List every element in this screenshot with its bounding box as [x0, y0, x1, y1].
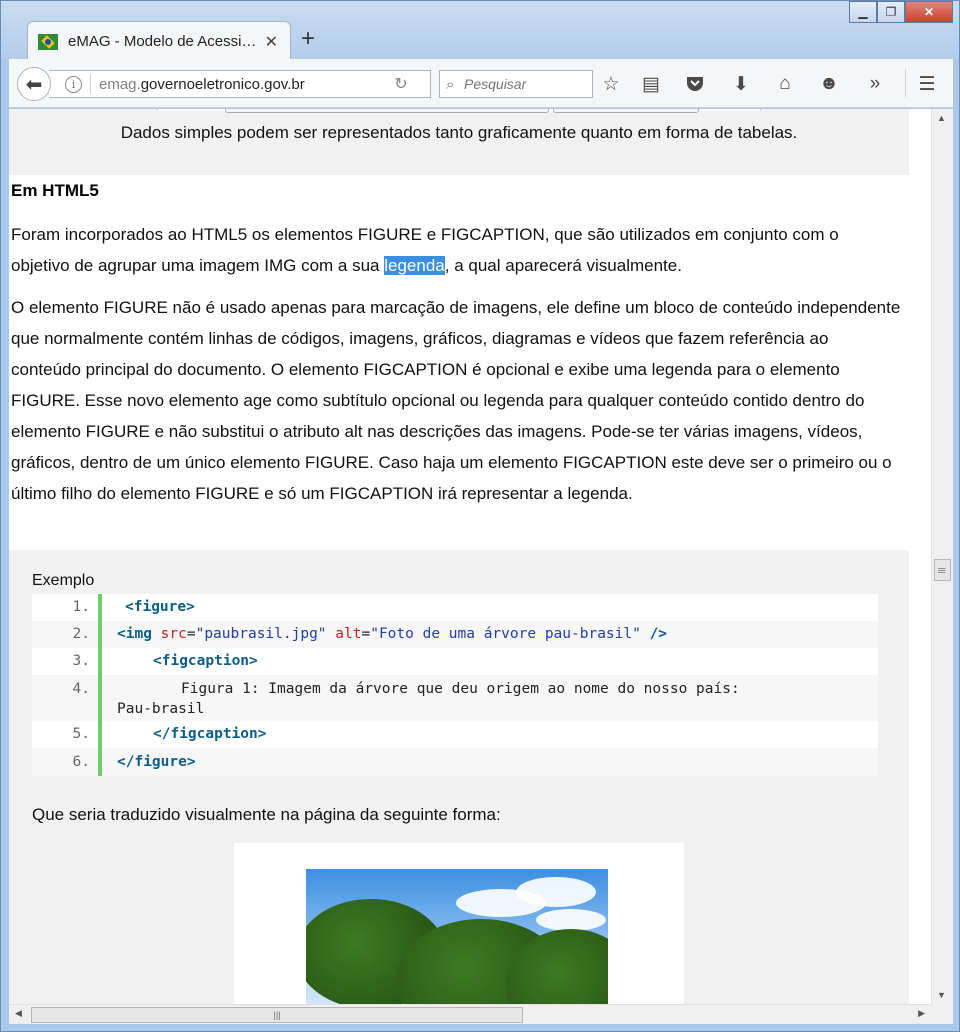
example-label: Exemplo — [32, 572, 95, 589]
code-gutter-bar — [98, 594, 102, 776]
grip-icon: ||| — [273, 1010, 281, 1020]
code-line: 5. </figcaption> — [32, 721, 878, 748]
menu-icon[interactable]: ☰ — [915, 72, 939, 96]
browser-window: eMAG - Modelo de Acessi… ✕ + ▁ ❐ ✕ i ema… — [0, 0, 960, 1032]
search-bar[interactable]: ⌕ — [439, 70, 593, 98]
toolbar-separator — [905, 69, 906, 97]
horizontal-scroll-thumb[interactable]: ||| — [31, 1007, 523, 1023]
brazil-flag-icon — [38, 33, 58, 50]
code-tag: </figcaption> — [153, 726, 267, 742]
back-icon: ⬅ — [25, 73, 43, 96]
line-number: 4. — [72, 681, 90, 697]
window-controls: ▁ ❐ ✕ — [849, 1, 953, 23]
line-number: 1. — [72, 599, 90, 615]
code-line: 2. <img src="paubrasil.jpg" alt="Foto de… — [32, 621, 878, 648]
table-caption: Dados simples podem ser representados ta… — [120, 123, 798, 142]
minimize-button[interactable]: ▁ — [849, 1, 877, 23]
close-window-button[interactable]: ✕ — [905, 1, 953, 23]
page-viewport: Dados simples podem ser representados ta… — [9, 109, 931, 1004]
home-icon[interactable]: ⌂ — [773, 72, 797, 96]
scroll-left-icon[interactable]: ◀ — [15, 1008, 22, 1019]
code-string: "paubrasil.jpg" — [195, 626, 327, 642]
horizontal-scrollbar[interactable]: ◀ ||| ▶ — [9, 1004, 931, 1024]
url-divider — [90, 74, 91, 94]
code-tag: </figure> — [117, 754, 196, 770]
line-number: 5. — [72, 726, 90, 742]
partial-button[interactable] — [225, 109, 549, 113]
example-box: Exemplo 1. <figure> 2. <img src="paubras… — [9, 550, 909, 1004]
info-icon[interactable]: i — [65, 75, 82, 93]
reading-list-icon[interactable]: ▤ — [639, 72, 663, 96]
section-heading: Em HTML5 — [11, 181, 99, 200]
code-line: 3. <figcaption> — [32, 648, 878, 675]
vertical-scroll-thumb[interactable]: ||| — [934, 559, 951, 581]
tab-close-icon[interactable]: ✕ — [265, 32, 278, 52]
code-attr: alt — [335, 626, 362, 642]
code-attr: src — [160, 626, 187, 642]
paragraph-figure: O elemento FIGURE não é usado apenas par… — [11, 298, 901, 503]
url-domain: governoeletronico.gov.br — [140, 75, 305, 93]
tab-title: eMAG - Modelo de Acessi… — [68, 33, 257, 50]
code-tag: /> — [649, 626, 668, 642]
code-string: "Foto de uma árvore pau-brasil" — [370, 626, 641, 642]
scroll-up-icon[interactable]: ▲ — [937, 113, 946, 123]
scrollbar-corner — [931, 1004, 953, 1024]
highlighted-word: legenda — [384, 256, 445, 275]
rendered-intro-text: Que seria traduzido visualmente na págin… — [32, 805, 501, 824]
maximize-button[interactable]: ❐ — [877, 1, 905, 23]
code-line: 1. <figure> — [32, 594, 878, 621]
line-number: 6. — [72, 754, 90, 770]
code-text: Figura 1: Imagem da árvore que deu orige… — [181, 681, 740, 697]
title-bar: eMAG - Modelo de Acessi… ✕ + ▁ ❐ ✕ — [1, 1, 959, 61]
pocket-icon[interactable] — [683, 72, 707, 96]
smiley-icon[interactable]: ☻ — [817, 72, 841, 96]
code-tag: <figcaption> — [153, 653, 258, 669]
overflow-icon[interactable]: » — [863, 72, 887, 96]
url-bar[interactable]: i emag.governoeletronico.gov.br ↻ — [49, 70, 431, 98]
search-input[interactable] — [464, 76, 584, 92]
search-icon: ⌕ — [446, 75, 455, 93]
para1-text-end: , a qual aparecerá visualmente. — [444, 256, 682, 275]
line-number: 2. — [72, 626, 90, 642]
vertical-scrollbar[interactable]: ▲ ||| ▼ — [931, 109, 953, 1004]
grip-icon: ||| — [937, 566, 947, 574]
url-text[interactable]: emag.governoeletronico.gov.br — [99, 76, 391, 93]
paragraph-intro: Foram incorporados ao HTML5 os elementos… — [11, 219, 901, 281]
figure-preview — [234, 843, 684, 1004]
scroll-right-icon[interactable]: ▶ — [918, 1008, 925, 1019]
table-caption-box: Dados simples podem ser representados ta… — [9, 109, 909, 175]
code-tag: <figure> — [125, 599, 195, 615]
code-tag: <img — [117, 626, 152, 642]
reload-icon[interactable]: ↻ — [391, 74, 411, 94]
code-line: 6. </figure> — [32, 748, 878, 776]
line-number: 3. — [72, 653, 90, 669]
url-prefix: emag. — [99, 75, 141, 93]
navigation-toolbar: i emag.governoeletronico.gov.br ↻ ⬅ ⌕ ☆ … — [9, 59, 953, 108]
back-button[interactable]: ⬅ — [17, 67, 51, 101]
download-icon[interactable]: ⬇ — [729, 72, 753, 96]
new-tab-button[interactable]: + — [301, 27, 315, 51]
star-icon[interactable]: ☆ — [599, 72, 623, 96]
pau-brasil-tree-image — [306, 869, 608, 1004]
code-text: Pau-brasil — [117, 701, 205, 717]
tab-emag[interactable]: eMAG - Modelo de Acessi… ✕ — [27, 21, 291, 61]
code-block: 1. <figure> 2. <img src="paubrasil.jpg" … — [32, 594, 878, 776]
partial-button[interactable] — [553, 109, 699, 113]
code-line: 4. Figura 1: Imagem da árvore que deu or… — [32, 675, 878, 721]
scroll-down-icon[interactable]: ▼ — [937, 990, 946, 1000]
